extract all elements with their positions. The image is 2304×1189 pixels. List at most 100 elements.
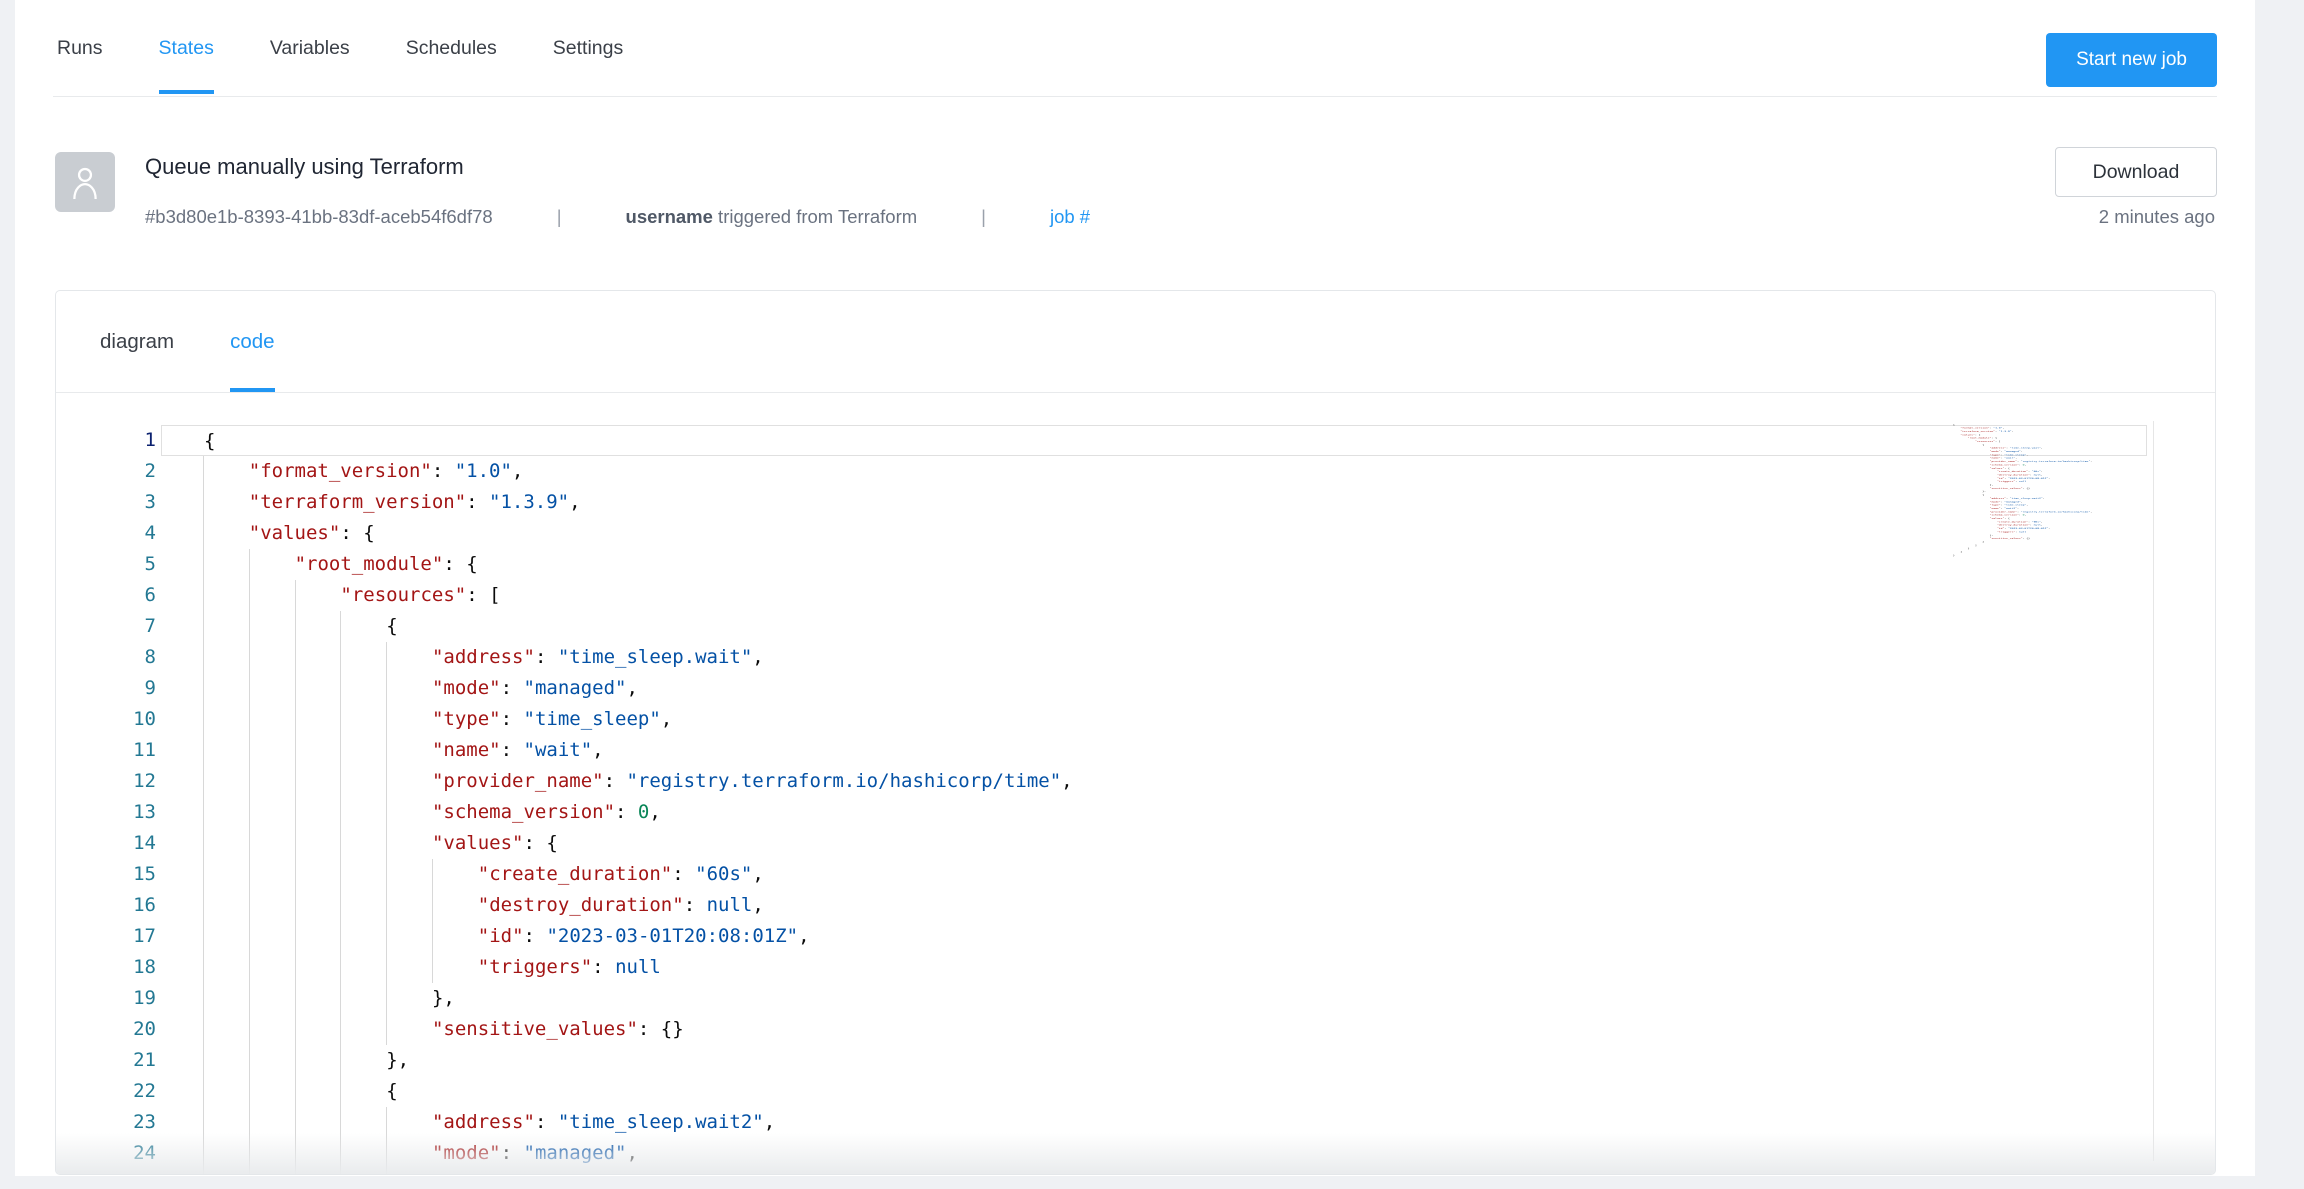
indent-guide	[249, 859, 295, 890]
indent-guide	[340, 1076, 386, 1107]
indent-guide	[203, 1169, 249, 1175]
indent-guide	[203, 704, 249, 735]
indent-guide	[340, 952, 386, 983]
code-line: 5"root_module": {	[56, 549, 2215, 580]
indent-guide	[340, 735, 386, 766]
indent-guide	[203, 580, 249, 611]
indent-guide	[203, 1076, 249, 1107]
indent-guide	[295, 797, 341, 828]
indent-guide	[432, 890, 478, 921]
code-line: 14"values": {	[56, 828, 2215, 859]
indent-guide	[295, 704, 341, 735]
indent-guide	[295, 735, 341, 766]
code-line: 2"format_version": "1.0",	[56, 456, 2215, 487]
indent-guide	[295, 952, 341, 983]
run-subtitle: #b3d80e1b-8393-41bb-83df-aceb54f6df78|us…	[145, 206, 1090, 228]
line-number: 7	[56, 611, 161, 642]
indent-guide	[340, 1107, 386, 1138]
indent-guide	[203, 549, 249, 580]
indent-guide	[249, 983, 295, 1014]
minimap[interactable]: {"format_version": "1.0","terraform_vers…	[1953, 423, 2101, 563]
indent-guide	[295, 642, 341, 673]
indent-guide	[386, 921, 432, 952]
indent-guide	[386, 642, 432, 673]
indent-guide	[249, 549, 295, 580]
line-number: 22	[56, 1076, 161, 1107]
indent-guide	[340, 828, 386, 859]
indent-guide	[340, 611, 386, 642]
indent-guide	[203, 642, 249, 673]
code-line: 23"address": "time_sleep.wait2",	[56, 1107, 2215, 1138]
indent-guide	[203, 766, 249, 797]
line-number: 12	[56, 766, 161, 797]
tab-settings[interactable]: Settings	[553, 0, 623, 96]
avatar	[55, 152, 115, 212]
indent-guide	[203, 673, 249, 704]
indent-guide	[386, 1107, 432, 1138]
indent-guide	[249, 1138, 295, 1169]
indent-guide	[295, 1138, 341, 1169]
indent-guide	[386, 735, 432, 766]
indent-guide	[386, 890, 432, 921]
code-line: 22{	[56, 1076, 2215, 1107]
indent-guide	[295, 983, 341, 1014]
tab-runs[interactable]: Runs	[57, 0, 103, 96]
line-number: 11	[56, 735, 161, 766]
indent-guide	[249, 580, 295, 611]
line-number: 15	[56, 859, 161, 890]
code-editor[interactable]: 1{2"format_version": "1.0",3"terraform_v…	[56, 393, 2215, 1175]
indent-guide	[249, 1045, 295, 1076]
tab-variables[interactable]: Variables	[270, 0, 350, 96]
indent-guide	[203, 1138, 249, 1169]
indent-guide	[386, 828, 432, 859]
code-line: 18"triggers": null	[56, 952, 2215, 983]
tab-code[interactable]: code	[230, 291, 274, 392]
line-number: 23	[56, 1107, 161, 1138]
code-line: }	[1953, 554, 2097, 557]
code-line: 17"id": "2023-03-01T20:08:01Z",	[56, 921, 2215, 952]
indent-guide	[340, 766, 386, 797]
indent-guide	[295, 580, 341, 611]
code-line: 19},	[56, 983, 2215, 1014]
download-button[interactable]: Download	[2055, 147, 2217, 197]
line-number: 9	[56, 673, 161, 704]
separator: |	[557, 206, 562, 227]
line-number: 2	[56, 456, 161, 487]
start-new-job-button[interactable]: Start new job	[2046, 33, 2217, 87]
line-number: 4	[56, 518, 161, 549]
line-number: 24	[56, 1138, 161, 1169]
code-line: 25"type": "time_sleep",	[56, 1169, 2215, 1175]
tab-diagram[interactable]: diagram	[100, 291, 174, 392]
indent-guide	[340, 1169, 386, 1175]
indent-guide	[386, 1138, 432, 1169]
indent-guide	[386, 766, 432, 797]
code-line: 11"name": "wait",	[56, 735, 2215, 766]
indent-guide	[340, 797, 386, 828]
state-viewer-card: diagram code 1{2"format_version": "1.0",…	[55, 290, 2216, 1175]
indent-guide	[249, 673, 295, 704]
indent-guide	[295, 859, 341, 890]
line-number: 14	[56, 828, 161, 859]
indent-guide	[340, 704, 386, 735]
indent-guide	[295, 828, 341, 859]
code-line: 4"values": {	[56, 518, 2215, 549]
username: username	[626, 206, 713, 227]
indent-guide	[249, 828, 295, 859]
indent-guide	[249, 1014, 295, 1045]
line-number: 25	[56, 1169, 161, 1175]
code-line: 7{	[56, 611, 2215, 642]
indent-guide	[203, 1045, 249, 1076]
trigger-text: triggered from Terraform	[713, 206, 917, 227]
tab-states[interactable]: States	[159, 0, 214, 96]
indent-guide	[340, 642, 386, 673]
job-link[interactable]: job #	[1050, 206, 1090, 227]
indent-guide	[249, 704, 295, 735]
line-number: 19	[56, 983, 161, 1014]
indent-guide	[203, 890, 249, 921]
content-sheet: Runs States Variables Schedules Settings…	[15, 0, 2255, 1176]
indent-guide	[386, 859, 432, 890]
tab-schedules[interactable]: Schedules	[406, 0, 497, 96]
indent-guide	[203, 859, 249, 890]
indent-guide	[249, 952, 295, 983]
line-number: 16	[56, 890, 161, 921]
